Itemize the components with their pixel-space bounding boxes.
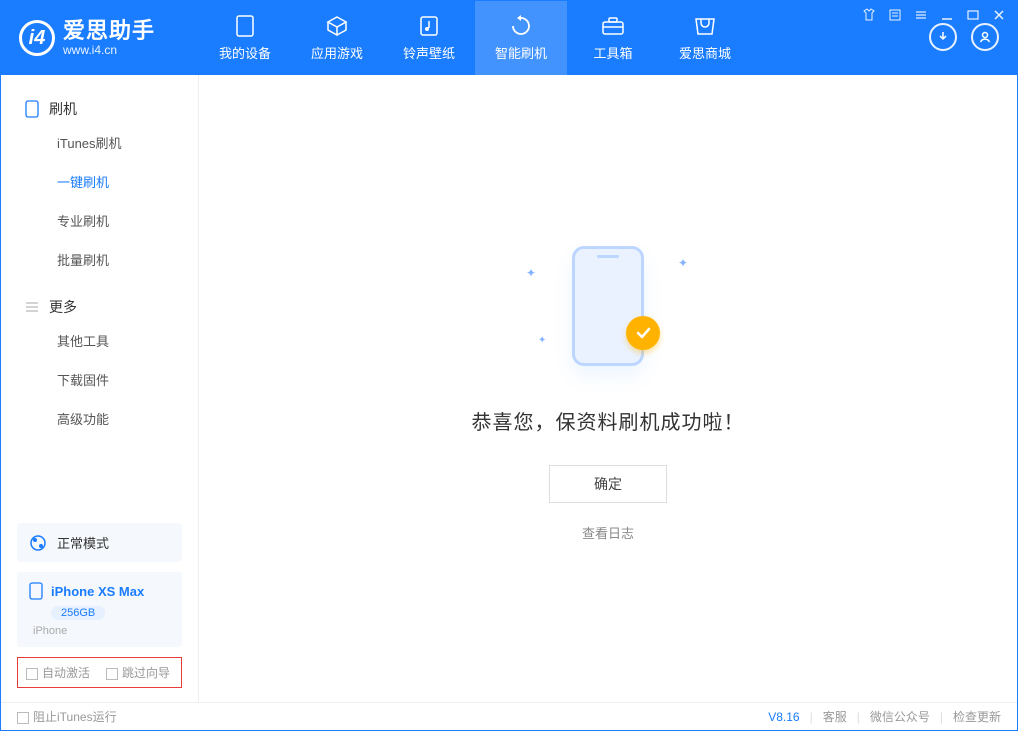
profile-area <box>929 23 1017 63</box>
music-icon <box>415 15 443 37</box>
menu-icon[interactable] <box>887 7 903 23</box>
brand-title: 爱思助手 <box>63 19 155 43</box>
tab-ringtone-wallpaper[interactable]: 铃声壁纸 <box>383 1 475 75</box>
store-icon <box>691 15 719 37</box>
toolbox-icon <box>599 15 627 37</box>
sidebar-top: 刷机 iTunes刷机 一键刷机 专业刷机 批量刷机 更多 其他工具 下载固件 … <box>1 75 198 523</box>
skip-guide-checkbox[interactable]: 跳过向导 <box>106 664 170 681</box>
tab-my-device[interactable]: 我的设备 <box>199 1 291 75</box>
block-itunes-checkbox[interactable]: 阻止iTunes运行 <box>17 708 117 725</box>
cube-icon <box>323 15 351 37</box>
sparkle-icon: ✦ <box>526 266 536 280</box>
sidebar-section-more: 更多 <box>1 289 198 321</box>
refresh-icon <box>507 15 535 37</box>
tab-store[interactable]: 爱思商城 <box>659 1 751 75</box>
separator: | <box>940 710 943 724</box>
sidebar-item-pro-flash[interactable]: 专业刷机 <box>1 201 198 240</box>
sparkle-icon: ✦ <box>538 335 546 346</box>
wechat-link[interactable]: 微信公众号 <box>870 708 930 725</box>
section-label: 刷机 <box>49 99 77 119</box>
tab-label: 我的设备 <box>219 43 271 62</box>
device-card[interactable]: iPhone XS Max 256GB iPhone <box>17 572 182 647</box>
brand-url: www.i4.cn <box>63 44 155 57</box>
sidebar-item-oneclick-flash[interactable]: 一键刷机 <box>1 162 198 201</box>
maximize-button[interactable] <box>965 7 981 23</box>
auto-activate-label: 自动激活 <box>42 666 90 680</box>
close-button[interactable] <box>991 7 1007 23</box>
status-bar: 阻止iTunes运行 V8.16 | 客服 | 微信公众号 | 检查更新 <box>1 702 1017 730</box>
tab-label: 工具箱 <box>593 43 632 62</box>
tab-label: 铃声壁纸 <box>403 43 455 62</box>
main-content: ✦ ✦ ✦ 恭喜您，保资料刷机成功啦！ 确定 查看日志 <box>199 75 1017 702</box>
device-icon <box>29 582 43 600</box>
header: i4 爱思助手 www.i4.cn 我的设备 应用游戏 铃声壁纸 智能刷机 工具… <box>1 1 1017 75</box>
download-button[interactable] <box>929 23 957 51</box>
block-itunes-label: 阻止iTunes运行 <box>33 710 117 724</box>
sidebar: 刷机 iTunes刷机 一键刷机 专业刷机 批量刷机 更多 其他工具 下载固件 … <box>1 75 199 702</box>
brand-text: 爱思助手 www.i4.cn <box>63 19 155 56</box>
status-right: V8.16 | 客服 | 微信公众号 | 检查更新 <box>768 708 1001 725</box>
sidebar-item-other-tools[interactable]: 其他工具 <box>1 321 198 360</box>
phone-icon <box>231 15 259 37</box>
body: 刷机 iTunes刷机 一键刷机 专业刷机 批量刷机 更多 其他工具 下载固件 … <box>1 75 1017 702</box>
device-type: iPhone <box>33 625 170 637</box>
tab-apps-games[interactable]: 应用游戏 <box>291 1 383 75</box>
check-badge-icon <box>626 316 660 350</box>
mode-label: 正常模式 <box>57 533 109 552</box>
check-update-link[interactable]: 检查更新 <box>953 708 1001 725</box>
tab-toolbox[interactable]: 工具箱 <box>567 1 659 75</box>
storage-badge: 256GB <box>51 606 105 620</box>
sidebar-item-download-firmware[interactable]: 下载固件 <box>1 360 198 399</box>
window-controls <box>861 1 1017 23</box>
list-icon <box>25 300 39 314</box>
success-message: 恭喜您，保资料刷机成功啦！ <box>472 406 745 435</box>
sidebar-bottom: 正常模式 iPhone XS Max 256GB iPhone 自动激活 跳过向… <box>1 523 198 702</box>
logo-block: i4 爱思助手 www.i4.cn <box>1 1 199 75</box>
status-left: 阻止iTunes运行 <box>17 708 117 725</box>
phone-outline-icon <box>25 100 39 118</box>
auto-activate-checkbox[interactable]: 自动激活 <box>26 664 90 681</box>
logo-icon: i4 <box>19 20 55 56</box>
device-name-row: iPhone XS Max <box>29 582 170 600</box>
success-illustration: ✦ ✦ ✦ <box>518 236 698 376</box>
sidebar-item-batch-flash[interactable]: 批量刷机 <box>1 240 198 279</box>
tab-label: 应用游戏 <box>311 43 363 62</box>
mode-icon <box>29 534 47 552</box>
separator: | <box>810 710 813 724</box>
sidebar-item-itunes-flash[interactable]: iTunes刷机 <box>1 123 198 162</box>
support-link[interactable]: 客服 <box>823 708 847 725</box>
separator: | <box>857 710 860 724</box>
tabs: 我的设备 应用游戏 铃声壁纸 智能刷机 工具箱 爱思商城 <box>199 1 751 75</box>
minimize-button[interactable] <box>939 7 955 23</box>
header-right <box>861 1 1017 75</box>
options-box: 自动激活 跳过向导 <box>17 657 182 688</box>
skip-guide-label: 跳过向导 <box>122 666 170 680</box>
sidebar-section-flash: 刷机 <box>1 91 198 123</box>
tab-smart-flash[interactable]: 智能刷机 <box>475 1 567 75</box>
tab-label: 爱思商城 <box>679 43 731 62</box>
mode-card[interactable]: 正常模式 <box>17 523 182 562</box>
user-button[interactable] <box>971 23 999 51</box>
device-name: iPhone XS Max <box>51 584 144 599</box>
tab-label: 智能刷机 <box>495 43 547 62</box>
tshirt-icon[interactable] <box>861 7 877 23</box>
section-label: 更多 <box>49 297 77 317</box>
ok-button[interactable]: 确定 <box>549 465 667 503</box>
version-label: V8.16 <box>768 710 799 724</box>
list-icon[interactable] <box>913 7 929 23</box>
sparkle-icon: ✦ <box>678 256 688 270</box>
view-log-link[interactable]: 查看日志 <box>582 523 634 542</box>
sidebar-item-advanced[interactable]: 高级功能 <box>1 399 198 438</box>
